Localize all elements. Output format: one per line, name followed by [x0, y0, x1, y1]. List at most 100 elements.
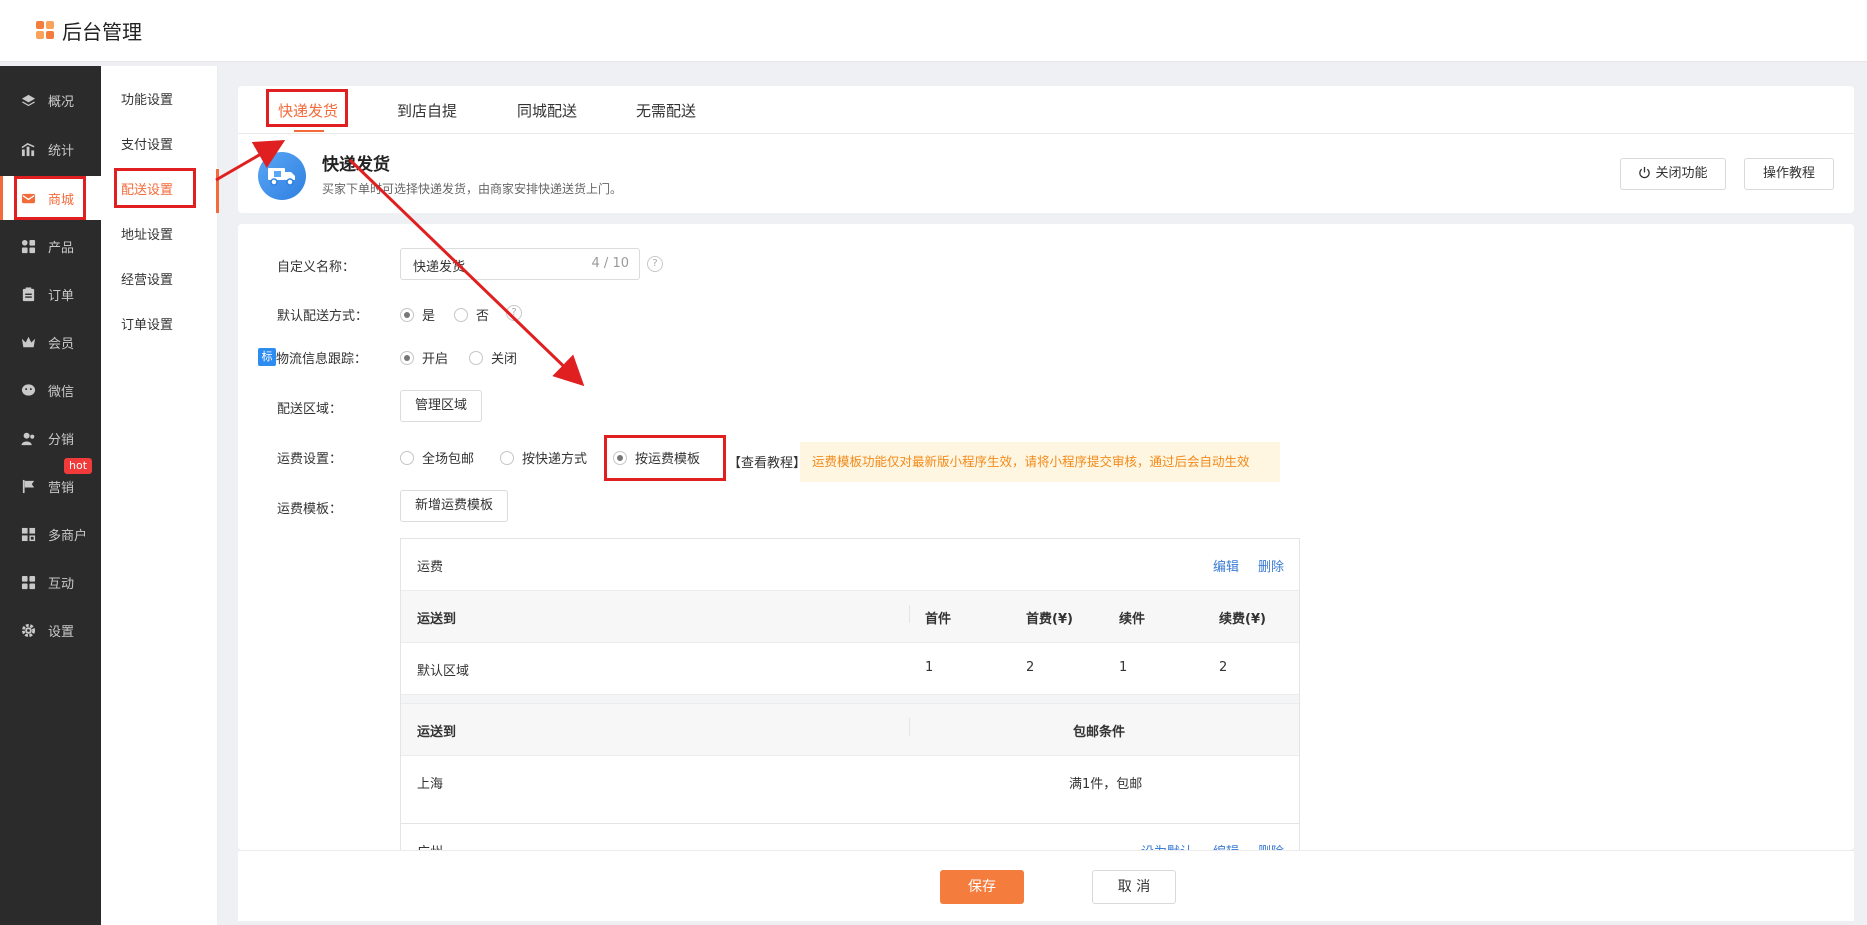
subnav-item-address[interactable]: 地址设置: [101, 214, 218, 258]
crown-icon: [20, 334, 36, 350]
nav-item-products[interactable]: 产品: [0, 224, 101, 268]
column-header: 包邮条件: [1073, 725, 1126, 740]
tutorial-button[interactable]: 操作教程: [1744, 158, 1834, 190]
fee-template-tip: 运费模板功能仅对最新版小程序生效，请将小程序提交审核，通过后会自动生效: [800, 442, 1280, 482]
tab-no-delivery[interactable]: 无需配送: [636, 100, 696, 121]
help-icon[interactable]: ?: [506, 305, 522, 321]
hot-badge: hot: [64, 458, 93, 474]
region-label: 配送区域：: [277, 402, 343, 417]
tracking-label: 物流信息跟踪：: [276, 352, 368, 367]
top-bar: 后台管理: [0, 0, 1867, 62]
nav-label: 订单: [48, 288, 75, 304]
tab-underline: [294, 130, 324, 132]
annotation-box-delivery: [114, 168, 196, 208]
default-no-radio[interactable]: 否: [454, 305, 489, 324]
manage-region-button[interactable]: 管理区域: [400, 390, 483, 422]
method-title: 快递发货: [322, 155, 390, 175]
tab-pickup[interactable]: 到店自提: [397, 100, 457, 121]
annotation-box-template-radio: [604, 435, 726, 481]
nav-item-interaction[interactable]: 互动: [0, 560, 101, 604]
table-header-row: 运送到 首件 首费(¥) 续件 续费(¥): [401, 591, 1299, 643]
flag-icon: [20, 478, 36, 494]
template-label: 运费模板：: [277, 502, 343, 517]
annotation-box-mall: [14, 176, 86, 220]
clipboard-icon: [20, 286, 36, 302]
nav-item-settings[interactable]: 设置: [0, 608, 101, 652]
grid-icon: [20, 238, 36, 254]
annotation-box-express-tab: [266, 89, 348, 127]
tab-local-delivery[interactable]: 同城配送: [517, 100, 577, 121]
set-default-link[interactable]: 设为默认: [1141, 841, 1193, 850]
cancel-button[interactable]: 取 消: [1092, 870, 1176, 904]
chart-icon: [20, 141, 36, 157]
subnav-item-payment[interactable]: 支付设置: [101, 124, 218, 168]
radio-label: 是: [422, 309, 436, 324]
nav-label: 分销: [48, 432, 75, 448]
custom-name-input[interactable]: 快递发货 4 / 10: [400, 248, 640, 280]
gear-icon: [20, 622, 36, 638]
nav-label: 会员: [48, 336, 75, 352]
close-function-label: 关闭功能: [1655, 166, 1708, 181]
edit-template-link[interactable]: 编辑: [1213, 556, 1239, 575]
help-icon[interactable]: ?: [647, 256, 663, 272]
column-header: 运送到: [417, 612, 457, 627]
table-gap: [401, 695, 1299, 704]
nav-label: 统计: [48, 143, 75, 159]
truck-icon: [258, 152, 306, 200]
radio-label: 全场包邮: [422, 452, 475, 467]
close-function-button[interactable]: 关闭功能: [1620, 158, 1726, 190]
footer-bar: 保存 取 消: [238, 850, 1854, 921]
free-header-row: 运送到 包邮条件: [401, 704, 1299, 756]
column-header: 续费(¥): [1219, 612, 1266, 627]
column-header: 首件: [925, 612, 952, 627]
fee-by-express-radio[interactable]: 按快递方式: [500, 448, 587, 467]
delete-template-link[interactable]: 删除: [1258, 841, 1284, 850]
express-settings-form: 自定义名称： 快递发货 4 / 10 ? 默认配送方式： 是 否 ? 标 物流信…: [238, 224, 1854, 850]
nav-item-members[interactable]: 会员: [0, 320, 101, 364]
char-count: 4 / 10: [591, 256, 629, 271]
table-row: 上海 满1件，包邮: [401, 756, 1299, 808]
default-method-label: 默认配送方式：: [277, 309, 369, 324]
nav-item-orders[interactable]: 订单: [0, 272, 101, 316]
nav-label: 微信: [48, 384, 75, 400]
table-cell: 上海: [417, 777, 444, 792]
radio-label: 否: [476, 309, 490, 324]
nav-item-stats[interactable]: 统计: [0, 127, 101, 171]
template-header-row: 运费 编辑 删除: [401, 539, 1299, 591]
column-header: 续件: [1119, 612, 1146, 627]
fee-free-radio[interactable]: 全场包邮: [400, 448, 474, 467]
nav-item-wechat[interactable]: 微信: [0, 368, 101, 412]
logo-icon: [36, 20, 56, 41]
view-tutorial-link[interactable]: 【查看教程】: [728, 452, 806, 471]
save-button[interactable]: 保存: [940, 870, 1024, 904]
custom-name-value: 快递发货: [413, 260, 466, 275]
power-icon: [1638, 161, 1651, 191]
subnav-item-business[interactable]: 经营设置: [101, 259, 218, 303]
delete-template-link[interactable]: 删除: [1258, 556, 1284, 575]
custom-name-label: 自定义名称：: [277, 260, 356, 275]
app-logo: 后台管理: [36, 16, 142, 45]
nav-item-overview[interactable]: 概况: [0, 78, 101, 122]
tracking-on-radio[interactable]: 开启: [400, 348, 448, 367]
table-cell: 满1件，包邮: [1069, 777, 1143, 792]
delivery-method-card: 快递发货 到店自提 同城配送 无需配送 快递发货 买家下单时可选择快递发货，由商…: [238, 86, 1854, 213]
nav-label: 产品: [48, 240, 75, 256]
radio-label: 开启: [422, 352, 449, 367]
subnav-item-function[interactable]: 功能设置: [101, 79, 218, 123]
table-cell: 2: [1026, 660, 1035, 675]
subnav-item-order[interactable]: 订单设置: [101, 304, 218, 348]
nav-label: 营销: [48, 480, 75, 496]
radio-label: 关闭: [491, 352, 518, 367]
nav-item-multi-merchant[interactable]: 多商户: [0, 512, 101, 556]
tag-badge: 标: [258, 348, 276, 366]
table-cell: 1: [925, 660, 934, 675]
table-row: 默认区域 1 2 1 2: [401, 643, 1299, 695]
fee-template-table: 运费 编辑 删除 运送到 首件 首费(¥) 续件 续费(¥) 默认区域 1 2 …: [400, 538, 1300, 831]
users-icon: [20, 430, 36, 446]
method-description: 买家下单时可选择快递发货，由商家安排快递送货上门。: [322, 182, 623, 196]
default-yes-radio[interactable]: 是: [400, 305, 435, 324]
add-template-button[interactable]: 新增运费模板: [400, 490, 509, 522]
nav-item-distribution[interactable]: 分销: [0, 416, 101, 460]
tracking-off-radio[interactable]: 关闭: [469, 348, 517, 367]
edit-template-link[interactable]: 编辑: [1213, 841, 1239, 850]
